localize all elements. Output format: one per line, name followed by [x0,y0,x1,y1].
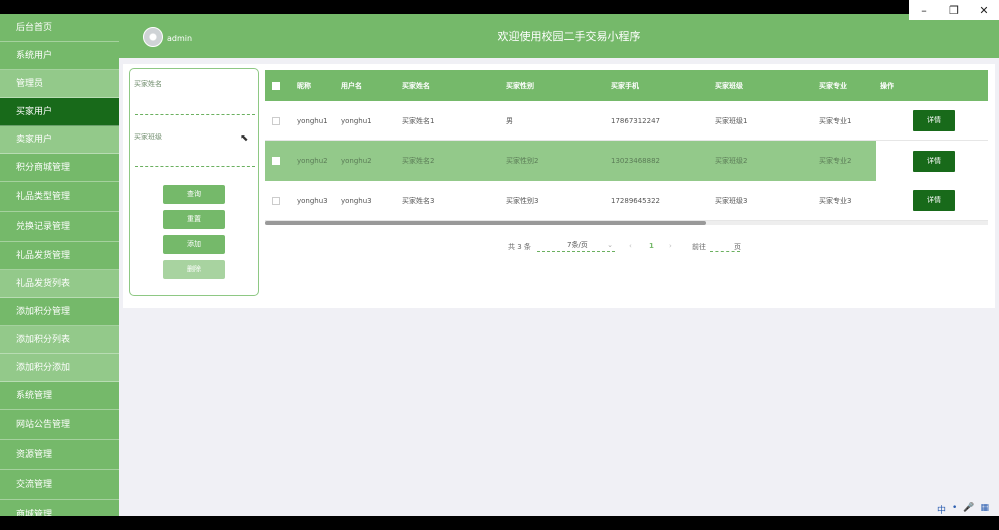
sidebar-item-add-points-list[interactable]: 添加积分列表 [0,326,119,354]
sidebar-item-points-mall[interactable]: 积分商城管理 [0,154,119,182]
buyer-name-label: 买家姓名 [134,80,162,88]
top-black-band [0,0,999,14]
add-button[interactable]: 添加 [163,235,225,254]
cell-name: 买家姓名3 [402,196,435,205]
select-all-checkbox[interactable] [272,81,280,90]
detail-button[interactable]: 详情 [913,110,955,131]
pager-total: 共 3 条 [508,243,531,251]
page-title: 欢迎使用校园二手交易小程序 [497,30,641,43]
query-button[interactable]: 查询 [163,185,225,204]
sidebar-item-system-manage[interactable]: 系统管理 [0,382,119,410]
cell-nickname: yonghu1 [297,116,328,125]
sidebar-item-system-users[interactable]: 系统用户 [0,42,119,70]
sidebar-item-add-points-add[interactable]: 添加积分添加 [0,354,119,382]
page-number-current[interactable]: 1 [649,242,654,250]
cell-name: 买家姓名1 [402,116,435,125]
cell-phone: 17289645322 [611,196,660,205]
cell-username: yonghu2 [341,157,372,165]
top-header: admin 欢迎使用校园二手交易小程序 [119,14,999,58]
cell-gender: 买家性别3 [506,196,539,205]
buyer-class-input[interactable] [135,165,255,167]
maximize-icon[interactable]: ❐ [939,4,969,17]
sidebar: 后台首页 系统用户 管理员 买家用户 卖家用户 积分商城管理 礼品类型管理 兑换… [0,14,119,516]
table-row: yonghu3 yonghu3 买家姓名3 买家性别3 17289645322 … [265,181,988,221]
sidebar-item-home[interactable]: 后台首页 [0,14,119,42]
search-panel: 买家姓名 买家班级 ⬉ 查询 重置 添加 删除 [129,68,259,296]
horizontal-scrollbar[interactable] [265,221,988,225]
cell-major: 买家专业2 [819,157,852,165]
cell-nickname: yonghu3 [297,196,328,205]
bottom-black-band [0,516,999,530]
sidebar-item-gift-type[interactable]: 礼品类型管理 [0,182,119,212]
close-icon[interactable]: ✕ [969,4,999,17]
mouse-cursor-icon: ⬉ [240,133,249,144]
buyer-name-input[interactable] [135,113,255,115]
buyer-class-label: 买家班级 [134,133,162,141]
goto-label: 前往 [692,243,706,251]
cell-phone: 17867312247 [611,116,660,125]
page-unit-label: 页 [734,243,741,251]
chevron-down-icon: ⌄ [607,241,613,249]
punctuation-icon[interactable]: • [952,503,957,516]
ime-mode-icon[interactable]: 中 [937,503,946,516]
cell-username: yonghu3 [341,196,372,205]
reset-button[interactable]: 重置 [163,210,225,229]
sidebar-item-announcement[interactable]: 网站公告管理 [0,410,119,440]
cell-gender: 买家性别2 [506,157,539,165]
sidebar-item-seller-users[interactable]: 卖家用户 [0,126,119,154]
detail-button[interactable]: 详情 [913,190,955,211]
cell-name: 买家姓名2 [402,157,435,165]
col-header-nickname: 昵称 [297,81,311,90]
microphone-icon[interactable]: 🎤 [963,503,974,516]
col-header-name: 买家姓名 [402,81,430,90]
sidebar-item-gift-shipping[interactable]: 礼品发货管理 [0,242,119,270]
main-area: admin 欢迎使用校园二手交易小程序 买家姓名 买家班级 ⬉ 查询 重置 添加… [119,14,999,516]
cell-class: 买家班级1 [715,116,748,125]
sidebar-item-mall[interactable]: 商城管理 [0,500,119,516]
col-header-class: 买家班级 [715,81,743,90]
col-header-phone: 买家手机 [611,81,639,90]
sidebar-item-add-points[interactable]: 添加积分管理 [0,298,119,326]
col-header-action: 操作 [880,81,894,90]
detail-button[interactable]: 详情 [913,150,955,172]
table-row: yonghu1 yonghu1 买家姓名1 男 17867312247 买家班级… [265,101,988,141]
prev-page-icon[interactable]: ‹ [629,242,632,250]
content-card: 买家姓名 买家班级 ⬉ 查询 重置 添加 删除 昵称 用户名 买家姓名 买家性别… [123,64,995,308]
next-page-icon[interactable]: › [669,242,672,250]
sidebar-item-redeem-records[interactable]: 兑换记录管理 [0,212,119,242]
window-controls: – ❐ ✕ [909,0,999,20]
cell-class: 买家班级2 [715,157,748,165]
app-window: – ❐ ✕ 后台首页 系统用户 管理员 买家用户 卖家用户 积分商城管理 礼品类… [0,0,999,530]
table-header-row: 昵称 用户名 买家姓名 买家性别 买家手机 买家班级 买家专业 操作 [265,70,988,101]
cell-gender: 男 [506,116,513,125]
row-checkbox[interactable] [272,196,280,205]
sidebar-item-resources[interactable]: 资源管理 [0,440,119,470]
sidebar-item-admin[interactable]: 管理员 [0,70,119,98]
system-tray: 中 • 🎤 ▦ [937,503,989,516]
cell-major: 买家专业3 [819,196,852,205]
cell-username: yonghu1 [341,116,372,125]
grid-icon[interactable]: ▦ [980,503,989,516]
sidebar-item-communication[interactable]: 交流管理 [0,470,119,500]
sidebar-item-gift-shipping-list[interactable]: 礼品发货列表 [0,270,119,298]
col-header-major: 买家专业 [819,81,847,90]
table-row: yonghu2 yonghu2 买家姓名2 买家性别2 13023468882 … [265,141,988,181]
page-size-value: 7条/页 [567,241,588,249]
cell-nickname: yonghu2 [297,157,328,165]
cell-class: 买家班级3 [715,196,748,205]
sidebar-item-buyer-users[interactable]: 买家用户 [0,98,119,126]
col-header-username: 用户名 [341,81,362,90]
delete-button[interactable]: 删除 [163,260,225,279]
scrollbar-thumb[interactable] [265,221,706,225]
row-checkbox[interactable] [272,157,280,165]
minimize-icon[interactable]: – [909,4,939,17]
cell-phone: 13023468882 [611,157,660,165]
col-header-gender: 买家性别 [506,81,534,90]
page-size-select[interactable]: 7条/页 ⌄ [537,238,615,252]
cell-major: 买家专业1 [819,116,852,125]
row-checkbox[interactable] [272,116,280,125]
